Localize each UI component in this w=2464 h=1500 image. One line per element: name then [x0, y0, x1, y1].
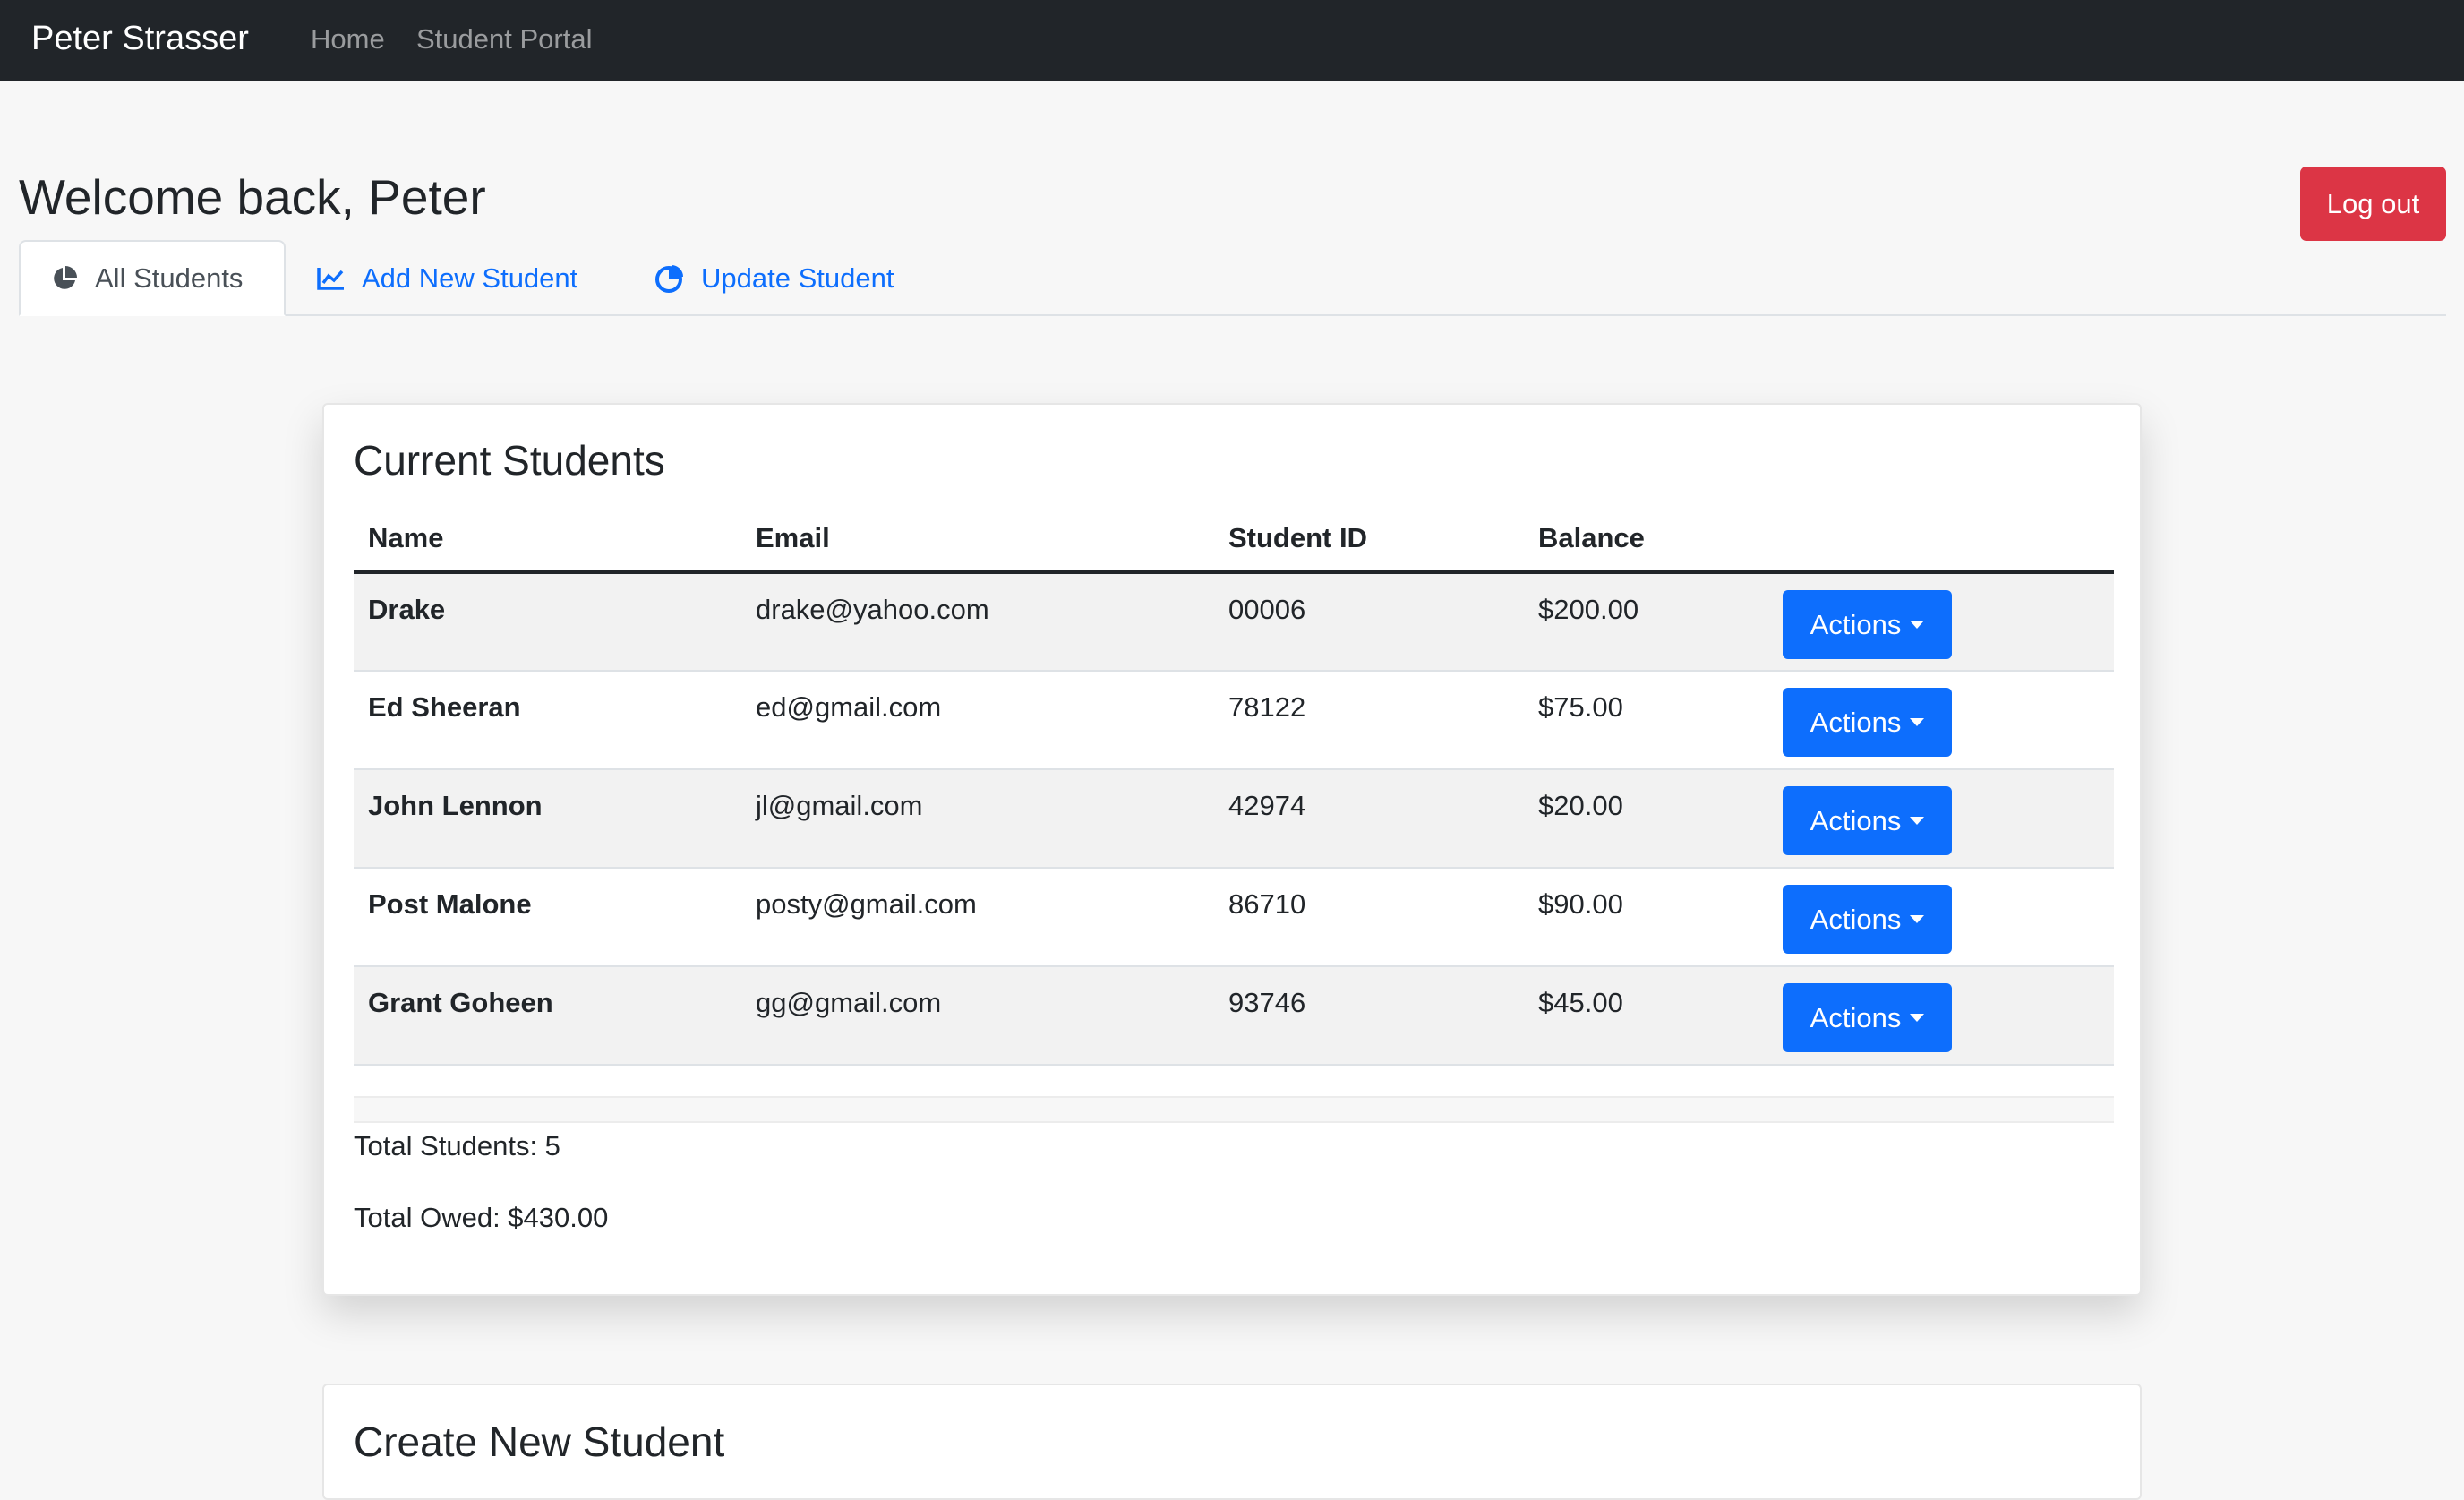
table-row: Drake drake@yahoo.com 00006 $200.00 Acti… — [354, 572, 2114, 672]
actions-dropdown-button[interactable]: Actions — [1783, 590, 1952, 659]
caret-down-icon — [1910, 817, 1925, 825]
actions-dropdown-button[interactable]: Actions — [1783, 688, 1952, 757]
student-id: 93746 — [1214, 966, 1524, 1066]
total-owed: Total Owed: $430.00 — [354, 1202, 609, 1233]
student-email: jl@gmail.com — [741, 769, 1214, 869]
student-name: Ed Sheeran — [354, 671, 741, 770]
nav-link-home[interactable]: Home — [311, 23, 385, 56]
logout-button[interactable]: Log out — [2300, 167, 2446, 241]
student-email: posty@gmail.com — [741, 868, 1214, 967]
tab-label: All Students — [95, 261, 244, 294]
table-row: Ed Sheeran ed@gmail.com 78122 $75.00 Act… — [354, 671, 2114, 770]
actions-cell: Actions — [1768, 572, 2114, 672]
student-email: drake@yahoo.com — [741, 572, 1214, 672]
table-row: John Lennon jl@gmail.com 42974 $20.00 Ac… — [354, 769, 2114, 869]
table-row: Grant Goheen gg@gmail.com 93746 $45.00 A… — [354, 966, 2114, 1066]
actions-label: Actions — [1810, 1001, 1902, 1033]
student-id: 78122 — [1214, 671, 1524, 770]
column-header-name: Name — [354, 505, 741, 574]
pie-chart-icon — [54, 265, 77, 289]
total-students: Total Students: 5 — [354, 1130, 560, 1161]
tab-all-students[interactable]: All Students — [19, 240, 286, 316]
actions-cell: Actions — [1768, 868, 2114, 967]
column-header-email: Email — [741, 505, 1214, 574]
student-email: ed@gmail.com — [741, 671, 1214, 770]
student-balance: $20.00 — [1524, 769, 1768, 869]
actions-label: Actions — [1810, 706, 1902, 738]
tab-label: Update Student — [701, 261, 894, 294]
navbar-brand[interactable]: Peter Strasser — [31, 20, 249, 58]
actions-dropdown-button[interactable]: Actions — [1783, 983, 1952, 1052]
tab-update-student[interactable]: Update Student — [654, 240, 894, 316]
actions-cell: Actions — [1768, 769, 2114, 869]
page-title: Welcome back, Peter — [19, 169, 486, 225]
student-name: Drake — [354, 572, 741, 672]
actions-label: Actions — [1810, 903, 1902, 935]
tab-label: Add New Student — [362, 261, 578, 294]
caret-down-icon — [1910, 1014, 1925, 1022]
top-navbar: Peter Strasser Home Student Portal — [0, 0, 2464, 81]
current-students-card: Current Students Name Email Student ID B… — [322, 403, 2142, 1296]
tab-add-new-student[interactable]: Add New Student — [317, 240, 578, 316]
actions-cell: Actions — [1768, 671, 2114, 770]
student-id: 42974 — [1214, 769, 1524, 869]
create-student-card: Create New Student — [322, 1384, 2142, 1500]
actions-dropdown-button[interactable]: Actions — [1783, 786, 1952, 855]
student-name: Grant Goheen — [354, 966, 741, 1066]
table-row: Post Malone posty@gmail.com 86710 $90.00… — [354, 868, 2114, 967]
student-balance: $75.00 — [1524, 671, 1768, 770]
card-title: Current Students — [354, 437, 665, 484]
column-header-balance: Balance — [1524, 505, 1768, 574]
students-table: Name Email Student ID Balance Drake drak… — [354, 505, 2114, 1066]
student-email: gg@gmail.com — [741, 966, 1214, 1066]
student-balance: $200.00 — [1524, 572, 1768, 672]
student-balance: $90.00 — [1524, 868, 1768, 967]
column-header-student-id: Student ID — [1214, 505, 1524, 574]
actions-cell: Actions — [1768, 966, 2114, 1066]
actions-dropdown-button[interactable]: Actions — [1783, 885, 1952, 954]
table-header-row: Name Email Student ID Balance — [354, 505, 2114, 574]
pie-chart-icon — [655, 264, 683, 293]
actions-label: Actions — [1810, 804, 1902, 836]
student-balance: $45.00 — [1524, 966, 1768, 1066]
line-chart-icon — [317, 267, 344, 290]
student-name: John Lennon — [354, 769, 741, 869]
table-footer-divider — [354, 1096, 2114, 1123]
student-name: Post Malone — [354, 868, 741, 967]
student-id: 00006 — [1214, 572, 1524, 672]
nav-link-student-portal[interactable]: Student Portal — [416, 23, 592, 56]
actions-label: Actions — [1810, 608, 1902, 640]
column-header-actions — [1768, 505, 2114, 574]
caret-down-icon — [1910, 915, 1925, 923]
caret-down-icon — [1910, 718, 1925, 726]
card-title: Create New Student — [354, 1419, 725, 1465]
caret-down-icon — [1910, 621, 1925, 629]
student-id: 86710 — [1214, 868, 1524, 967]
